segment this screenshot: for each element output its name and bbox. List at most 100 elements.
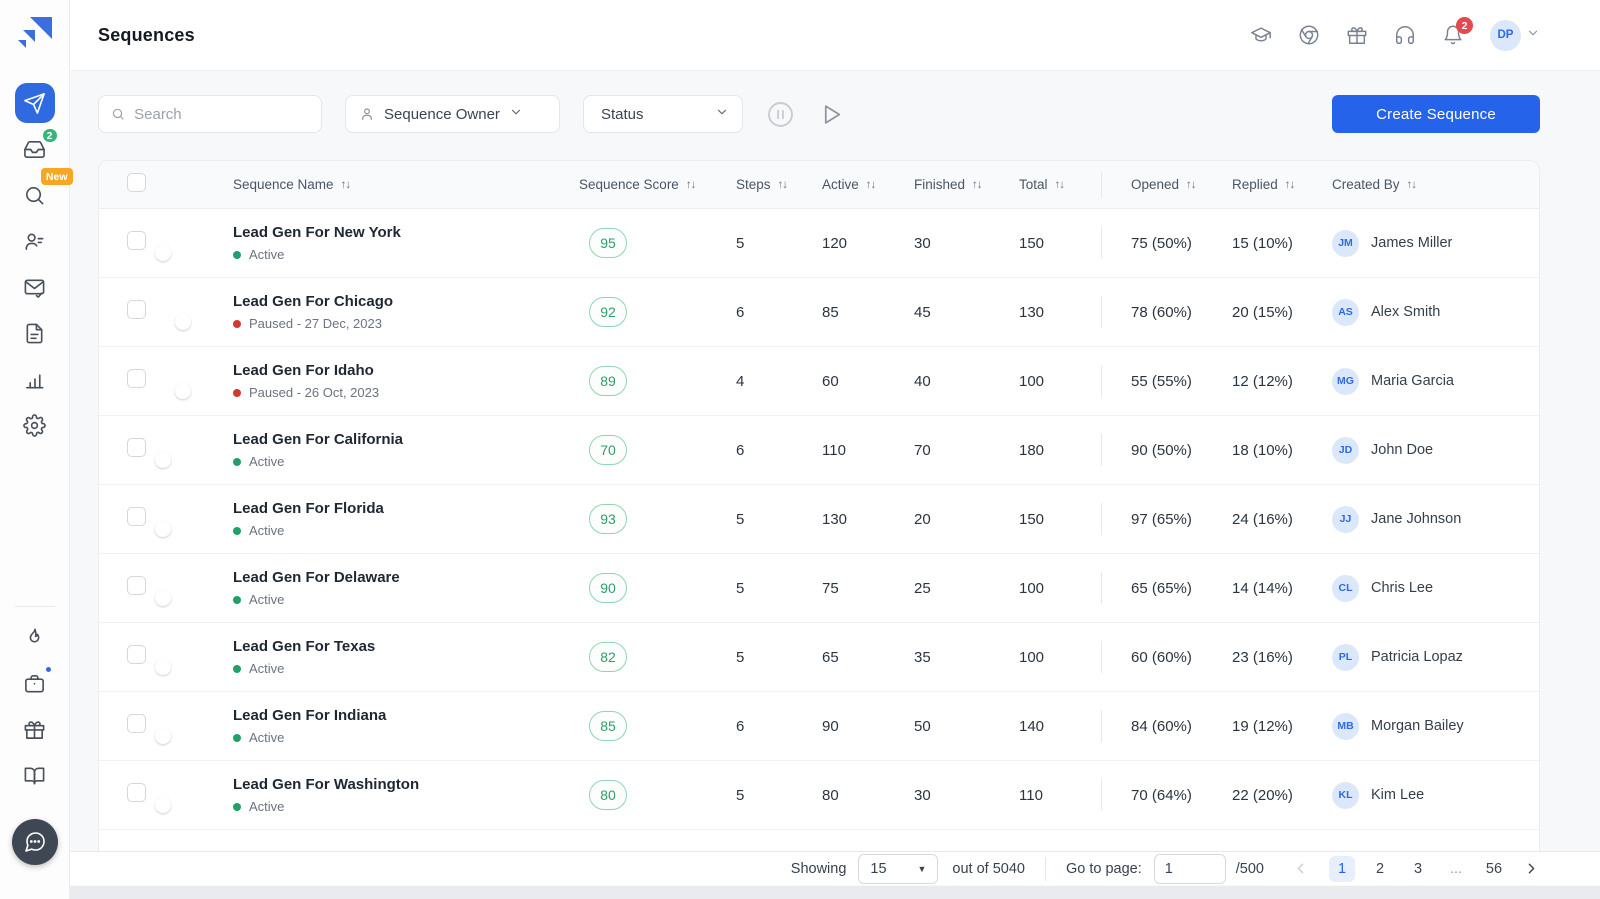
sidebar-item-analytics[interactable] [15,359,55,399]
previous-page-button[interactable] [1292,860,1309,877]
status-filter[interactable]: Status [583,95,743,133]
rewards-button[interactable] [1346,24,1368,46]
sequence-name[interactable]: Lead Gen For Florida [233,500,577,517]
row-checkbox[interactable] [127,576,146,595]
gift-icon [1346,24,1368,46]
sidebar-item-resources[interactable] [15,755,55,795]
finished-value: 30 [889,787,989,804]
page-number[interactable]: 1 [1329,856,1355,882]
filters-toolbar: Sequence Owner Status Create Sequence [98,95,1540,133]
status-filter-label: Status [601,106,644,123]
replied-value: 18 (10%) [1229,442,1329,459]
opened-value: 65 (65%) [1101,580,1229,597]
bottom-strip [0,886,1600,899]
column-header-sequence-score[interactable]: Sequence Score [577,177,709,192]
sequence-name[interactable]: Lead Gen For New York [233,224,577,241]
page-size-select[interactable]: 15 ▼ [858,854,938,884]
steps-value: 5 [709,511,799,528]
sequence-name[interactable]: Lead Gen For Washington [233,776,577,793]
sequence-name[interactable]: Lead Gen For Idaho [233,362,577,379]
column-header-total[interactable]: Total [989,177,1101,192]
extension-button[interactable] [1298,24,1320,46]
sidebar-item-contacts[interactable] [15,221,55,261]
row-checkbox[interactable] [127,714,146,733]
owner-avatar: PL [1332,644,1359,671]
app-logo[interactable] [15,14,55,54]
create-sequence-button[interactable]: Create Sequence [1332,95,1540,133]
page-number[interactable]: 2 [1367,856,1393,882]
support-button[interactable] [1394,24,1416,46]
total-value: 100 [989,580,1101,597]
row-checkbox[interactable] [127,231,146,250]
table-row: Lead Gen For Chicago Paused - 27 Dec, 20… [99,278,1539,347]
sequence-name[interactable]: Lead Gen For Delaware [233,569,577,586]
sequence-name[interactable]: Lead Gen For Indiana [233,707,577,724]
table-row: Lead Gen For Texas Active 82 5 65 35 100… [99,623,1539,692]
search-input[interactable] [134,106,309,123]
column-header-sequence-name[interactable]: Sequence Name [229,177,577,192]
total-pages-label: /500 [1236,861,1264,877]
chevron-down-icon [715,105,729,123]
row-checkbox[interactable] [127,783,146,802]
total-value: 180 [989,442,1101,459]
page-number[interactable]: 3 [1405,856,1431,882]
total-value: 100 [989,373,1101,390]
sidebar-item-templates[interactable] [15,313,55,353]
new-feature-badge: New [41,168,73,185]
goto-page-input[interactable] [1154,854,1226,884]
table-row: Lead Gen For Indiana Active 85 6 90 50 1… [99,692,1539,761]
sidebar-item-lead-finder[interactable]: New [15,175,55,215]
row-checkbox[interactable] [127,300,146,319]
row-checkbox[interactable] [127,645,146,664]
status-dot [233,458,241,466]
academy-button[interactable] [1250,24,1272,46]
sidebar-item-settings[interactable] [15,405,55,445]
row-checkbox[interactable] [127,369,146,388]
steps-value: 4 [709,373,799,390]
column-header-created-by[interactable]: Created By [1329,177,1539,192]
pause-selected-button[interactable] [766,100,795,129]
select-all-checkbox[interactable] [127,173,146,192]
sidebar-item-whats-new[interactable] [15,617,55,657]
sequence-owner-filter[interactable]: Sequence Owner [345,95,560,133]
column-header-active[interactable]: Active [799,177,889,192]
column-header-opened[interactable]: Opened [1101,177,1229,192]
table-row: Lead Gen For Idaho Paused - 26 Oct, 2023… [99,347,1539,416]
active-value: 90 [799,718,889,735]
column-header-replied[interactable]: Replied [1229,177,1329,192]
table-body: Lead Gen For New York Active 95 5 120 30… [99,209,1539,830]
user-menu[interactable]: DP [1490,20,1540,51]
owner-name: Chris Lee [1371,580,1433,596]
sequence-name[interactable]: Lead Gen For Texas [233,638,577,655]
page-title: Sequences [98,25,195,46]
notifications-button[interactable]: 2 [1442,24,1464,46]
sidebar-item-rewards[interactable] [15,709,55,749]
sidebar-item-inbox[interactable]: 2 [15,129,55,169]
sequence-status: Active [233,730,577,745]
sequence-name[interactable]: Lead Gen For California [233,431,577,448]
opened-value: 60 (60%) [1101,649,1229,666]
owner-name: Maria Garcia [1371,373,1454,389]
replied-value: 12 (12%) [1229,373,1329,390]
resume-selected-button[interactable] [819,102,844,127]
column-header-steps[interactable]: Steps [709,177,799,192]
column-header-finished[interactable]: Finished [889,177,989,192]
sequence-status: Active [233,592,577,607]
sidebar-item-email-accounts[interactable] [15,267,55,307]
row-checkbox[interactable] [127,438,146,457]
next-page-button[interactable] [1523,860,1540,877]
gear-icon [23,414,46,437]
owner-avatar: MB [1332,713,1359,740]
flame-icon [23,626,46,649]
created-by: JJ Jane Johnson [1332,506,1539,533]
sidebar-item-workspace[interactable] [15,663,55,703]
finished-value: 70 [889,442,989,459]
row-checkbox[interactable] [127,507,146,526]
sidebar-item-sequences[interactable] [15,83,55,123]
document-icon [23,322,46,345]
search-box[interactable] [98,95,322,133]
page-number[interactable]: 56 [1481,856,1507,882]
support-chat-button[interactable] [12,819,58,865]
owner-avatar: CL [1332,575,1359,602]
sequence-name[interactable]: Lead Gen For Chicago [233,293,577,310]
